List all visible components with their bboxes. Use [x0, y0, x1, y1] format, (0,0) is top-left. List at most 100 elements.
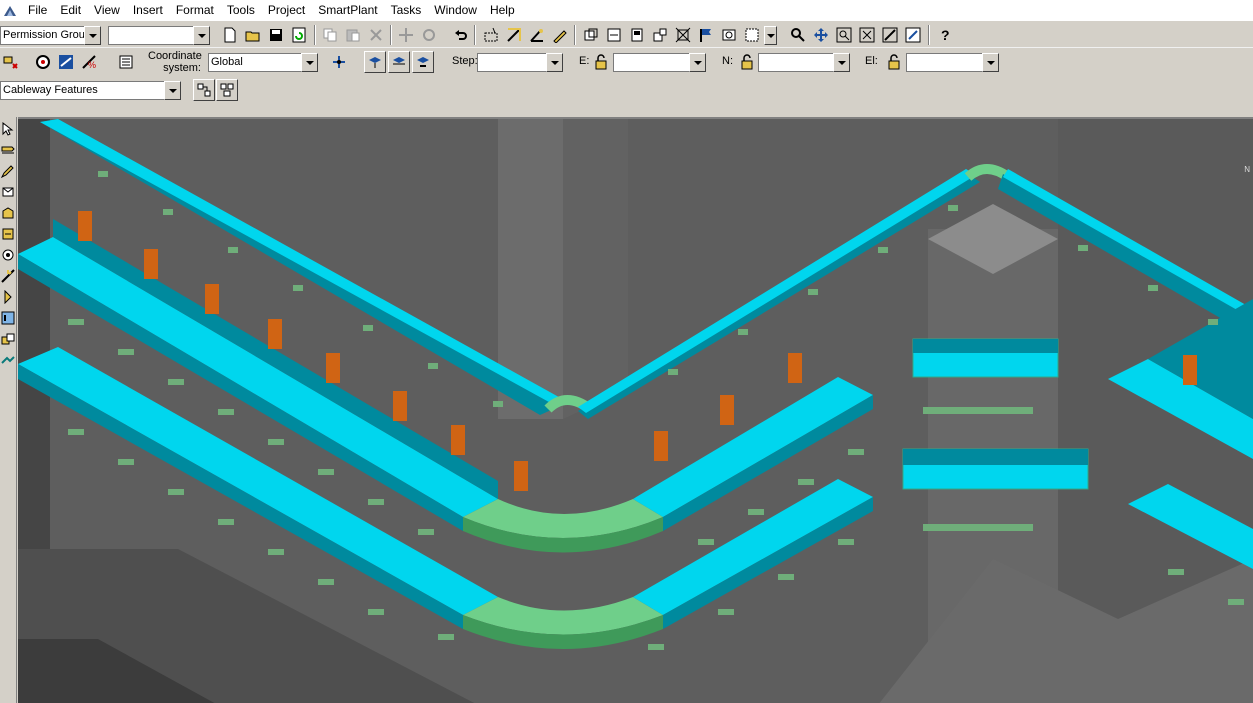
place-tag-icon[interactable]: [0, 308, 16, 327]
menu-file[interactable]: File: [22, 0, 54, 21]
coordinate-toolbar: % Coordinate system: Global Step: E: N: …: [0, 49, 1253, 76]
menu-insert[interactable]: Insert: [127, 0, 170, 21]
connect-icon[interactable]: [0, 245, 16, 264]
tee-box-upper-band: [913, 339, 1058, 353]
support-beam-2: [923, 524, 1033, 531]
step-combo[interactable]: [477, 53, 546, 72]
plane-icon-1[interactable]: [364, 51, 386, 73]
menu-window[interactable]: Window: [428, 0, 484, 21]
separator: [928, 25, 930, 45]
move-icon[interactable]: [395, 24, 417, 46]
select-filter-icon[interactable]: [480, 24, 502, 46]
cableway-3d-model[interactable]: [18, 119, 1253, 703]
split-icon[interactable]: [0, 266, 16, 285]
separator: [314, 25, 316, 45]
north-combo[interactable]: [758, 53, 833, 72]
common-views-icon[interactable]: [902, 24, 924, 46]
column-side: [563, 119, 628, 419]
route-cableway-icon[interactable]: [0, 140, 16, 159]
insert-group-icon[interactable]: [0, 329, 16, 348]
select-arrow-icon[interactable]: [0, 119, 16, 138]
tee-box-lower-band: [903, 449, 1088, 465]
route-connect-icon[interactable]: [0, 350, 16, 369]
plane-icon-2[interactable]: [388, 51, 410, 73]
insert-fitting-icon[interactable]: [0, 203, 16, 222]
east-lock-icon[interactable]: [590, 51, 612, 73]
open-icon[interactable]: [242, 24, 264, 46]
elevation-lock-icon[interactable]: [883, 51, 905, 73]
elevation-dropdown-button[interactable]: [982, 53, 999, 72]
help-icon[interactable]: ?: [934, 24, 956, 46]
feature-dropdown-button[interactable]: [164, 81, 181, 100]
feature-toolbar: Cableway Features: [0, 78, 1253, 104]
rotate-icon[interactable]: [418, 24, 440, 46]
menu-edit[interactable]: Edit: [54, 0, 88, 21]
menu-help[interactable]: Help: [484, 0, 522, 21]
menu-smartplant[interactable]: SmartPlant: [312, 0, 384, 21]
menu-view[interactable]: View: [88, 0, 127, 21]
north-lock-icon[interactable]: [736, 51, 758, 73]
feature-combo[interactable]: Cableway Features: [0, 81, 164, 100]
graphic-view[interactable]: N: [18, 117, 1253, 703]
pan-icon[interactable]: [810, 24, 832, 46]
east-combo[interactable]: [613, 53, 689, 72]
refresh-icon[interactable]: [288, 24, 310, 46]
delete-icon[interactable]: [365, 24, 387, 46]
view-dropdown-button[interactable]: [764, 26, 777, 45]
measure-icon[interactable]: [503, 24, 525, 46]
menu-format[interactable]: Format: [170, 0, 221, 21]
plane-icon-3[interactable]: [412, 51, 434, 73]
new-icon[interactable]: [219, 24, 241, 46]
pencil-edit-icon[interactable]: [0, 161, 16, 180]
copy-icon[interactable]: [319, 24, 341, 46]
save-icon[interactable]: [265, 24, 287, 46]
east-dropdown-button[interactable]: [689, 53, 706, 72]
insert-split-icon[interactable]: [0, 287, 16, 306]
north-dropdown-button[interactable]: [833, 53, 850, 72]
cancel-select-icon[interactable]: [0, 51, 22, 73]
undo-icon[interactable]: [450, 24, 472, 46]
zoom-area-icon[interactable]: [833, 24, 855, 46]
separator: [574, 25, 576, 45]
angle-measure-icon[interactable]: [526, 24, 548, 46]
feature-tool-icon-1[interactable]: [193, 79, 215, 101]
insert-feature-icon[interactable]: [0, 182, 16, 201]
fit-icon[interactable]: [856, 24, 878, 46]
look-at-icon[interactable]: [879, 24, 901, 46]
view-icon-4[interactable]: [649, 24, 671, 46]
elevation-combo[interactable]: [906, 53, 982, 72]
permission-group-value-dropdown-button[interactable]: [193, 26, 210, 45]
feature-tool-icon-2[interactable]: [216, 79, 238, 101]
menu-bar: File Edit View Insert Format Tools Proje…: [0, 0, 1253, 21]
properties-icon[interactable]: [115, 51, 137, 73]
insert-component-icon[interactable]: [0, 224, 16, 243]
menu-tasks[interactable]: Tasks: [385, 0, 429, 21]
flag-icon[interactable]: [695, 24, 717, 46]
view-icon-2[interactable]: [603, 24, 625, 46]
step-label: Step:: [452, 55, 478, 67]
zoom-icon[interactable]: [787, 24, 809, 46]
support-beam-1: [923, 407, 1033, 414]
view-icon-3[interactable]: [626, 24, 648, 46]
step-dropdown-button[interactable]: [546, 53, 563, 72]
permission-group-value-combo[interactable]: [108, 26, 193, 45]
view-icon-6[interactable]: [718, 24, 740, 46]
permission-group-dropdown-button[interactable]: [84, 26, 101, 45]
paste-icon[interactable]: [342, 24, 364, 46]
offset-icon[interactable]: %: [78, 51, 100, 73]
view-icon-7[interactable]: [741, 24, 763, 46]
coordinate-system-combo[interactable]: Global: [208, 53, 301, 72]
coordinate-system-dropdown-button[interactable]: [301, 53, 318, 72]
locate-icon[interactable]: [32, 51, 54, 73]
menu-tools[interactable]: Tools: [221, 0, 262, 21]
view-icon-5[interactable]: [672, 24, 694, 46]
permission-group-combo[interactable]: Permission Group: [0, 26, 84, 45]
point-along-icon[interactable]: [55, 51, 77, 73]
coordinate-tool-icon[interactable]: [328, 51, 350, 73]
app-icon[interactable]: [2, 3, 18, 19]
view-icon-1[interactable]: [580, 24, 602, 46]
separator: [390, 25, 392, 45]
menu-project[interactable]: Project: [262, 0, 312, 21]
pencil-icon[interactable]: [549, 24, 571, 46]
separator: [474, 25, 476, 45]
